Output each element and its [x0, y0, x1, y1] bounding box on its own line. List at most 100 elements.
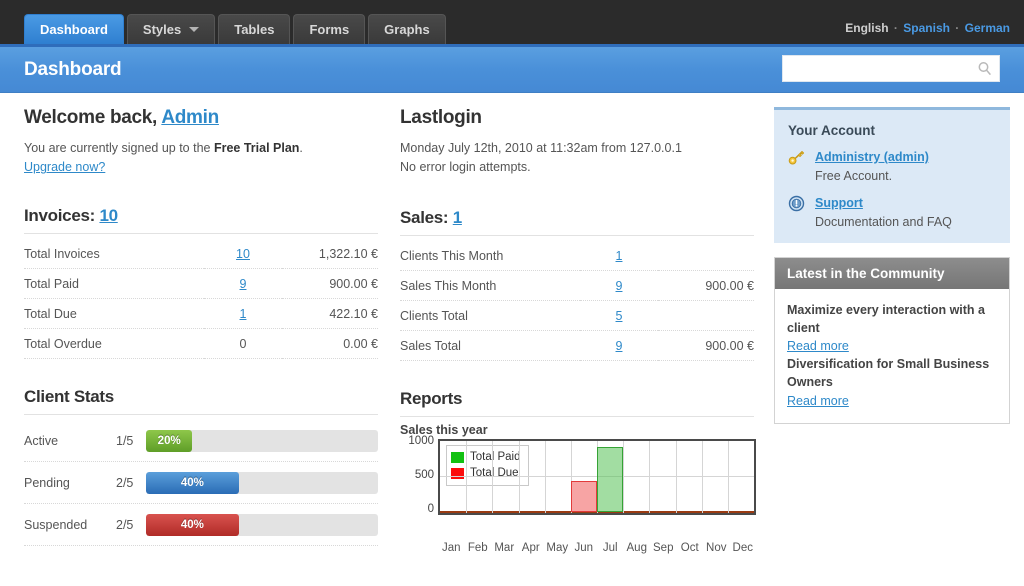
- invoice-row-label: Total Overdue: [24, 329, 204, 359]
- sales-row-count: 5: [580, 300, 658, 330]
- invoice-count-link[interactable]: 9: [240, 277, 247, 291]
- plan-text-after: .: [299, 141, 302, 155]
- welcome-heading: Welcome back, Admin: [24, 107, 378, 129]
- sales-heading: Sales: 1: [400, 208, 754, 228]
- support-link[interactable]: Support: [815, 196, 863, 210]
- tab-graphs[interactable]: Graphs: [368, 14, 446, 44]
- sales-heading-label: Sales:: [400, 208, 448, 227]
- chart-plot-area: Total Paid Total Due: [438, 439, 756, 515]
- sales-count-link[interactable]: 5: [616, 309, 623, 323]
- community-read-more-link[interactable]: Read more: [787, 339, 849, 353]
- welcome-user-link[interactable]: Admin: [161, 107, 219, 128]
- tab-dashboard[interactable]: Dashboard: [24, 14, 124, 44]
- invoices-count-link[interactable]: 10: [99, 206, 117, 225]
- lastlogin-details: Monday July 12th, 2010 at 11:32am from 1…: [400, 139, 754, 158]
- invoice-row-amount: 0.00 €: [282, 329, 378, 359]
- reports-divider: [400, 416, 754, 417]
- stat-label: Pending: [24, 476, 116, 490]
- search-input[interactable]: [783, 56, 977, 81]
- x-tick-label: Jul: [597, 542, 624, 554]
- chart-gridline: [466, 441, 467, 513]
- chart-title: Sales this year: [400, 423, 754, 437]
- language-separator-2: ·: [955, 21, 959, 35]
- x-tick-label: Feb: [465, 542, 492, 554]
- chart-gridline: [492, 441, 493, 513]
- x-tick-label: Mar: [491, 542, 518, 554]
- x-tick-label: Sep: [650, 542, 677, 554]
- language-spanish[interactable]: Spanish: [903, 21, 950, 35]
- sales-divider: [400, 235, 754, 236]
- stat-fraction: 2/5: [116, 518, 146, 532]
- language-separator-1: ·: [894, 21, 898, 35]
- administry-link[interactable]: Administry (admin): [815, 150, 929, 164]
- language-german[interactable]: German: [965, 21, 1010, 35]
- account-item-subtitle: Free Account.: [815, 169, 929, 183]
- stat-fraction: 1/5: [116, 434, 146, 448]
- community-panel-heading: Latest in the Community: [775, 258, 1009, 289]
- chart-gridline: [676, 441, 677, 513]
- invoice-row-count: 0: [204, 329, 282, 359]
- progress-bar-pending: 40%: [146, 472, 378, 494]
- table-row: Total Invoices 10 1,322.10 €: [24, 239, 378, 269]
- search-box[interactable]: [782, 55, 1000, 82]
- language-switcher: English · Spanish · German: [845, 21, 1010, 35]
- progress-bar-active: 20%: [146, 430, 378, 452]
- invoice-row-amount: 1,322.10 €: [282, 239, 378, 269]
- main-content: Welcome back, Admin You are currently si…: [0, 93, 1024, 554]
- column-middle: Lastlogin Monday July 12th, 2010 at 11:3…: [390, 93, 766, 554]
- invoice-row-count: 10: [204, 239, 282, 269]
- page-header: Dashboard: [0, 47, 1024, 93]
- sales-count-link[interactable]: 9: [616, 339, 623, 353]
- x-tick-label: Nov: [703, 542, 730, 554]
- table-row: Clients Total 5: [400, 300, 754, 330]
- tab-styles[interactable]: Styles: [127, 14, 215, 44]
- stat-label: Suspended: [24, 518, 116, 532]
- tab-forms-label: Forms: [309, 22, 349, 37]
- progress-bar-fill: 40%: [146, 514, 239, 536]
- chart-bar: [571, 481, 597, 511]
- sales-row-amount: 900.00 €: [658, 270, 754, 300]
- content-columns: Welcome back, Admin You are currently si…: [14, 93, 766, 554]
- page-title: Dashboard: [24, 59, 121, 81]
- legend-label: Total Due: [470, 465, 519, 482]
- sales-row-label: Clients Total: [400, 300, 580, 330]
- community-posts: Maximize every interaction with a client…: [775, 289, 1009, 423]
- invoice-count-link[interactable]: 10: [236, 247, 250, 261]
- table-row: Total Paid 9 900.00 €: [24, 269, 378, 299]
- invoice-count-link[interactable]: 1: [240, 307, 247, 321]
- tab-tables-label: Tables: [234, 22, 274, 37]
- upgrade-now-link[interactable]: Upgrade now?: [24, 160, 105, 174]
- client-stats-heading: Client Stats: [24, 387, 378, 407]
- sales-row-amount: [658, 241, 754, 271]
- community-panel: Latest in the Community Maximize every i…: [774, 257, 1010, 424]
- account-panel-heading: Your Account: [788, 123, 996, 138]
- sales-count-link[interactable]: 1: [616, 249, 623, 263]
- chart-y-axis: 1000 500 0: [400, 439, 434, 515]
- x-tick-label: May: [544, 542, 571, 554]
- sales-table: Clients This Month 1 Sales This Month 9 …: [400, 241, 754, 361]
- chart-bar: [597, 447, 623, 512]
- invoice-row-label: Total Due: [24, 299, 204, 329]
- x-tick-label: Jan: [438, 542, 465, 554]
- chart-gridline: [545, 441, 546, 513]
- x-tick-label: Oct: [677, 542, 704, 554]
- sales-row-count: 9: [580, 270, 658, 300]
- invoice-row-label: Total Invoices: [24, 239, 204, 269]
- search-icon[interactable]: [977, 61, 992, 76]
- sales-row-count: 1: [580, 241, 658, 271]
- sales-row-label: Clients This Month: [400, 241, 580, 271]
- community-read-more-link[interactable]: Read more: [787, 394, 849, 408]
- community-post-title: Diversification for Small Business Owner…: [787, 355, 997, 391]
- language-english[interactable]: English: [845, 21, 888, 35]
- sales-count-link[interactable]: 1: [453, 208, 462, 227]
- sales-count-link[interactable]: 9: [616, 279, 623, 293]
- tab-forms[interactable]: Forms: [293, 14, 365, 44]
- chevron-down-icon: [189, 27, 199, 32]
- invoice-row-amount: 422.10 €: [282, 299, 378, 329]
- account-item-text: Support Documentation and FAQ: [815, 194, 952, 229]
- chart-gridline: [623, 441, 624, 513]
- sales-row-amount: 900.00 €: [658, 330, 754, 360]
- client-stats-divider: [24, 414, 378, 415]
- account-panel: Your Account Administry (admin) Free Acc…: [774, 107, 1010, 243]
- tab-tables[interactable]: Tables: [218, 14, 290, 44]
